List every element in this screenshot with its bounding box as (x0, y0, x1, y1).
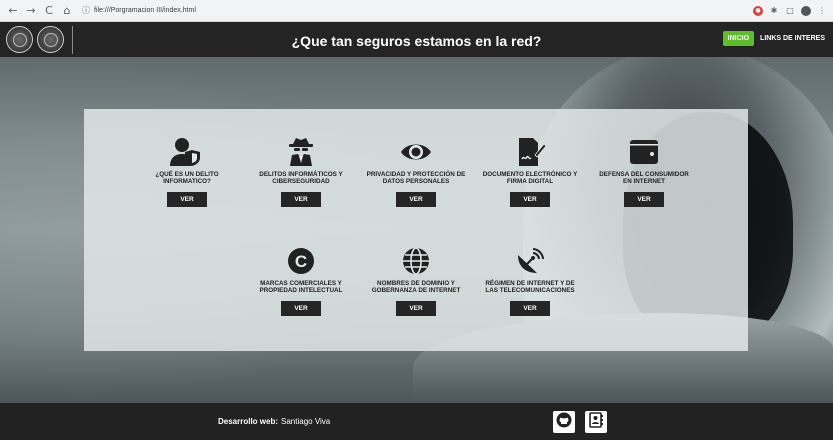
credit-label: Desarrollo web: (218, 417, 279, 426)
topic-label: PRIVACIDAD Y PROTECCIÓN DE DATOS PERSONA… (366, 171, 466, 186)
github-icon (556, 412, 572, 433)
site-header: ¿Que tan seguros estamos en la red? INIC… (0, 22, 833, 57)
ver-button[interactable]: VER (281, 300, 321, 316)
file-signature-icon (513, 137, 547, 167)
topic-card: RÉGIMEN DE INTERNET Y DE LAS TELECOMUNIC… (480, 246, 580, 316)
ver-button[interactable]: VER (510, 300, 550, 316)
copyright-icon: C (284, 246, 318, 276)
browser-toolbar: ← → C ⌂ ⓘ file:///Porgramacion III/index… (0, 0, 833, 22)
credit-name: Santiago Viva (281, 417, 331, 426)
eye-icon (399, 137, 433, 167)
site-footer: Desarrollo web: Santiago Viva (0, 403, 833, 440)
address-bar[interactable]: ⓘ file:///Porgramacion III/index.html (82, 3, 196, 19)
wallet-icon (627, 137, 661, 167)
topic-card: C MARCAS COMERCIALES Y PROPIEDAD INTELEC… (251, 246, 351, 316)
ver-button[interactable]: VER (396, 300, 436, 316)
satellite-dish-icon (513, 246, 547, 276)
user-shield-icon (170, 137, 204, 167)
shield-extension-icon[interactable]: ● (753, 5, 763, 16)
contact-button[interactable] (585, 411, 607, 433)
profile-avatar[interactable] (801, 5, 811, 16)
svg-text:C: C (295, 252, 307, 271)
ver-button[interactable]: VER (396, 191, 436, 207)
links-interes-link[interactable]: LINKS DE INTERES (758, 31, 827, 46)
extensions-area: ● ✱ □ ⋮ (753, 5, 827, 16)
page-title: ¿Que tan seguros estamos en la red? (291, 33, 542, 49)
ver-button[interactable]: VER (167, 191, 207, 207)
topic-card: NOMBRES DE DOMINIO Y GOBERNANZA DE INTER… (366, 246, 466, 316)
topic-card: DEFENSA DEL CONSUMIDOR EN INTERNET VER (594, 137, 694, 207)
sidebar-icon[interactable]: □ (785, 6, 795, 16)
home-button[interactable]: ⌂ (60, 4, 74, 18)
topics-panel: ¿QUÉ ES UN DELITO INFORMATICO? VER DELIT… (84, 109, 748, 351)
logo-group (0, 22, 73, 57)
faculty-seal-logo[interactable] (37, 26, 64, 53)
menu-kebab-icon[interactable]: ⋮ (817, 6, 827, 16)
university-seal-logo[interactable] (6, 26, 33, 53)
topic-label: DELITOS INFORMÁTICOS Y CIBERSEGURIDAD (259, 171, 343, 186)
topic-label: RÉGIMEN DE INTERNET Y DE LAS TELECOMUNIC… (485, 280, 575, 295)
inicio-button[interactable]: INICIO (722, 31, 755, 46)
forward-button[interactable]: → (24, 4, 38, 18)
topic-card: DOCUMENTO ELECTRÓNICO Y FIRMA DIGITAL VE… (480, 137, 580, 207)
topic-card: DELITOS INFORMÁTICOS Y CIBERSEGURIDAD VE… (251, 137, 351, 207)
back-button[interactable]: ← (6, 4, 20, 18)
ver-button[interactable]: VER (624, 191, 664, 207)
ver-button[interactable]: VER (281, 191, 321, 207)
file-icon: ⓘ (82, 6, 90, 15)
reload-button[interactable]: C (42, 4, 56, 18)
topic-label: DEFENSA DEL CONSUMIDOR EN INTERNET (599, 171, 689, 186)
header-divider (72, 25, 73, 54)
footer-credit: Desarrollo web: Santiago Viva (218, 417, 330, 426)
topic-label: ¿QUÉ ES UN DELITO INFORMATICO? (155, 171, 219, 186)
ver-button[interactable]: VER (510, 191, 550, 207)
address-book-icon (588, 411, 604, 433)
puzzle-extension-icon[interactable]: ✱ (769, 6, 779, 16)
url-text[interactable]: file:///Porgramacion III/index.html (94, 7, 196, 14)
topic-card: PRIVACIDAD Y PROTECCIÓN DE DATOS PERSONA… (366, 137, 466, 207)
github-button[interactable] (553, 411, 575, 433)
topic-label: DOCUMENTO ELECTRÓNICO Y FIRMA DIGITAL (482, 171, 578, 186)
header-nav: INICIO LINKS DE INTERES (722, 31, 827, 46)
spy-icon (284, 137, 318, 167)
hero-section: ¿QUÉ ES UN DELITO INFORMATICO? VER DELIT… (0, 57, 833, 403)
topic-label: NOMBRES DE DOMINIO Y GOBERNANZA DE INTER… (371, 280, 461, 295)
topic-label: MARCAS COMERCIALES Y PROPIEDAD INTELECTU… (259, 280, 343, 295)
topic-card: ¿QUÉ ES UN DELITO INFORMATICO? VER (137, 137, 237, 207)
globe-icon (399, 246, 433, 276)
